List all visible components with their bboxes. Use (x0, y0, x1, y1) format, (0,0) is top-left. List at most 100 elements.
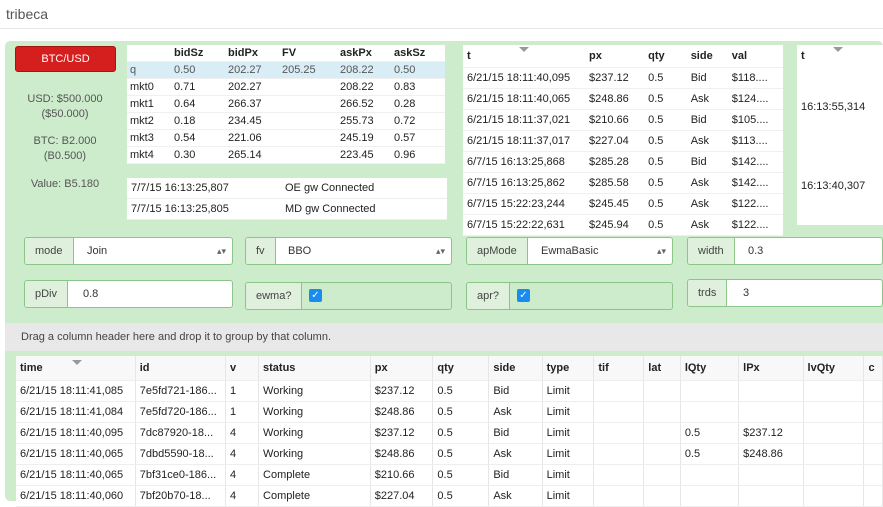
grid-header-lvQty[interactable]: lvQty (803, 356, 865, 381)
grid-header-px[interactable]: px (370, 356, 434, 381)
trds-control[interactable]: trds 3 (687, 279, 883, 307)
quotes-cell: 266.52 (337, 95, 391, 113)
quotes-header[interactable]: askSz (391, 45, 445, 62)
width-input[interactable]: 0.3 (748, 238, 763, 264)
trades-cell: Ask (686, 193, 728, 215)
grid-header-lat[interactable]: lat (643, 356, 681, 381)
quotes-cell: mkt1 (127, 95, 171, 113)
trades-cell: $122.... (727, 193, 783, 215)
quotes-cell: 223.45 (337, 146, 391, 164)
trades-cell: $105.... (727, 109, 783, 131)
quotes-cell (279, 146, 337, 164)
grid-cell: $210.66 (370, 464, 434, 486)
grid-cell: 4 (225, 485, 260, 507)
apr-control[interactable]: apr? ✓ (466, 282, 673, 310)
grid-row[interactable]: 6/21/15 18:11:40,065 7bf31ce0-186... 4 Comp… (16, 464, 883, 486)
ewma-control[interactable]: ewma? ✓ (245, 282, 452, 310)
width-control[interactable]: width 0.3 (687, 237, 883, 265)
trades-row: 6/7/15 16:13:25,868 $285.28 0.5 Bid $142.... (463, 151, 783, 173)
pdiv-input[interactable]: 0.8 (83, 281, 98, 307)
apmode-control[interactable]: apMode EwmaBasic ▴▾ (466, 237, 673, 265)
trades-cell: 0.5 (644, 193, 687, 215)
ewma-checkbox[interactable]: ✓ (309, 289, 322, 302)
quotes-header[interactable]: FV (279, 45, 337, 62)
trades-cell: 0.5 (644, 130, 687, 152)
quotes-cell: 234.45 (225, 112, 279, 130)
trades-cell: $285.28 (585, 151, 645, 173)
mode-select[interactable]: Join (87, 238, 107, 264)
grid-cell (803, 380, 865, 402)
grid-cell: 1 (225, 401, 260, 423)
grid-cell: $227.04 (370, 485, 434, 507)
trades-header[interactable]: val (727, 45, 783, 68)
grid-cell: 4 (225, 443, 260, 465)
grid-header-qty[interactable]: qty (432, 356, 490, 381)
grid-cell: 7e5fd720-186... (135, 401, 227, 423)
grid-header-lQty[interactable]: lQty (680, 356, 740, 381)
fv-select[interactable]: BBO (288, 238, 311, 264)
grid-header-type[interactable]: type (542, 356, 595, 381)
quotes-header[interactable] (127, 45, 171, 62)
fv-control[interactable]: fv BBO ▴▾ (245, 237, 452, 265)
quotes-cell: 0.57 (391, 129, 445, 147)
grid-cell: Complete (258, 485, 371, 507)
grid-header-tif[interactable]: tif (593, 356, 645, 381)
grid-cell (643, 443, 681, 465)
grid-cell (593, 380, 645, 402)
message-text: OE gw Connected (285, 182, 375, 194)
grid-header-status[interactable]: status (258, 356, 371, 381)
trades-cell: Bid (686, 109, 728, 131)
quotes-header[interactable]: bidSz (171, 45, 225, 62)
quotes-header[interactable]: bidPx (225, 45, 279, 62)
grid-cell: $248.86 (370, 401, 434, 423)
grid-row[interactable]: 6/21/15 18:11:41,085 7e5fd721-186... 1 Work… (16, 380, 883, 402)
mode-control[interactable]: mode Join ▴▾ (24, 237, 233, 265)
trades-cell: 6/7/15 16:13:25,868 (463, 151, 586, 173)
trades-cell: 6/7/15 16:13:25,862 (463, 172, 586, 194)
grid-cell: 7e5fd721-186... (135, 380, 227, 402)
value-total: Value: B5.180 (30, 178, 100, 190)
grid-header-id[interactable]: id (135, 356, 227, 381)
grid-cell (803, 422, 865, 444)
grid-cell: Ask (488, 443, 543, 465)
grid-row[interactable]: 6/21/15 18:11:40,095 7dc87920-18... 4 Worki… (16, 422, 883, 444)
trades-row: 6/7/15 15:22:22,631 $245.94 0.5 Ask $122.... (463, 214, 783, 236)
message-row: 7/7/15 16:13:25,805 MD gw Connected (127, 199, 447, 220)
trades-cell: 0.5 (644, 151, 687, 173)
trades-header[interactable]: qty (644, 45, 687, 68)
quotes-cell: mkt3 (127, 129, 171, 147)
quotes-cell: 0.30 (171, 146, 225, 164)
quotes-header[interactable]: askPx (337, 45, 391, 62)
trades-cell: $124.... (727, 88, 783, 110)
grid-row[interactable]: 6/21/15 18:11:40,065 7dbd5590-18... 4 Worki… (16, 443, 883, 465)
grid-header-v[interactable]: v (225, 356, 260, 381)
trades-header[interactable]: side (686, 45, 728, 68)
quotes-cell: 205.25 (279, 61, 337, 79)
trades-cell: Ask (686, 88, 728, 110)
grid-cell: Working (258, 422, 371, 444)
quotes-row: mkt0 0.71 202.27 208.22 0.83 (127, 78, 445, 96)
apmode-select[interactable]: EwmaBasic (541, 238, 598, 264)
grid-row[interactable]: 6/21/15 18:11:41,084 7e5fd720-186... 1 Work… (16, 401, 883, 423)
grid-cell: Limit (542, 485, 595, 507)
select-arrows-icon: ▴▾ (216, 246, 226, 256)
grid-cell (593, 443, 645, 465)
trds-input[interactable]: 3 (743, 280, 749, 306)
grid-header-c[interactable]: c (863, 356, 883, 381)
grid-cell (738, 464, 804, 486)
grid-header-lPx[interactable]: lPx (738, 356, 804, 381)
quotes-row: mkt4 0.30 265.14 223.45 0.96 (127, 146, 445, 164)
grid-cell (803, 401, 865, 423)
pdiv-control[interactable]: pDiv 0.8 (24, 280, 233, 308)
grid-header-side[interactable]: side (488, 356, 543, 381)
grid-cell (680, 380, 740, 402)
grid-cell: 1 (225, 380, 260, 402)
group-by-area[interactable]: Drag a column header here and drop it to… (5, 323, 883, 351)
quotes-cell (279, 129, 337, 147)
mode-label: mode (25, 238, 74, 264)
pair-button[interactable]: BTC/USD (15, 46, 116, 72)
trades-header[interactable]: px (585, 45, 645, 68)
grid-row[interactable]: 6/21/15 18:11:40,060 7bf20b70-18... 4 Compl… (16, 485, 883, 507)
apr-checkbox[interactable]: ✓ (517, 289, 530, 302)
trades-cell: 0.5 (644, 172, 687, 194)
